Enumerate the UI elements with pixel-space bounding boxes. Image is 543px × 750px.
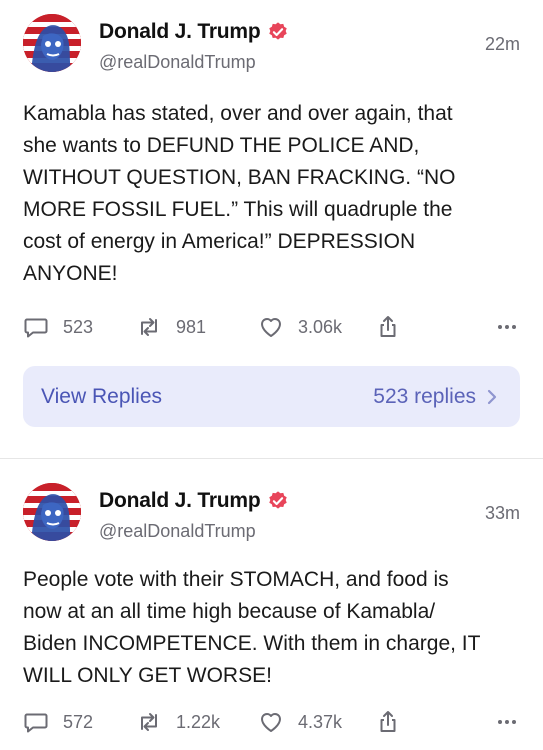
post-text: Kamabla has stated, over and over again,… [23,102,456,285]
avatar[interactable] [23,483,81,541]
author-name[interactable]: Donald J. Trump [99,20,261,44]
more-options-button[interactable] [494,312,520,342]
author-handle[interactable]: @realDonaldTrump [99,521,256,542]
author-handle[interactable]: @realDonaldTrump [99,52,256,73]
verified-badge-icon [267,21,289,43]
more-dots-icon [498,720,516,724]
like-count: 4.37k [298,711,343,732]
view-replies-button[interactable]: View Replies 523 replies [23,366,520,427]
retruth-count: 981 [176,316,207,337]
share-icon [380,711,396,732]
reply-bubble-icon [24,318,48,338]
feed: Donald J. Trump @realDonaldTrump 22m Kam… [0,0,543,750]
share-button[interactable] [375,312,401,342]
retruth-button[interactable]: 1.22k [136,707,220,737]
retruth-icon [141,318,157,336]
avatar[interactable] [23,14,81,72]
replies-count: 523 replies [373,385,498,409]
like-count: 3.06k [298,316,343,337]
retruth-count: 1.22k [176,711,221,732]
post-timestamp[interactable]: 33m [485,503,520,524]
retruth-button[interactable]: 981 [136,312,206,342]
reply-button[interactable]: 572 [23,707,93,737]
post-header: Donald J. Trump @realDonaldTrump 33m [23,483,520,545]
share-button[interactable] [375,707,401,737]
post-text: People vote with their STOMACH, and food… [23,568,481,687]
like-button[interactable]: 3.06k [258,312,342,342]
post[interactable]: Donald J. Trump @realDonaldTrump 33m Peo… [0,458,543,750]
author-name[interactable]: Donald J. Trump [99,489,261,513]
author-row: Donald J. Trump [99,489,289,513]
post[interactable]: Donald J. Trump @realDonaldTrump 22m Kam… [0,0,543,458]
action-bar: 572 1.22k 4.37k [23,707,520,737]
like-button[interactable]: 4.37k [258,707,342,737]
more-dots-icon [498,325,516,329]
reply-bubble-icon [24,713,48,733]
reply-count: 572 [63,711,94,732]
retruth-icon [141,713,157,731]
author-row: Donald J. Trump [99,20,289,44]
post-timestamp[interactable]: 22m [485,34,520,55]
more-options-button[interactable] [494,707,520,737]
reply-count: 523 [63,316,94,337]
chevron-right-icon [487,389,497,404]
share-icon [380,316,396,337]
reply-button[interactable]: 523 [23,312,93,342]
post-header: Donald J. Trump @realDonaldTrump 22m [23,14,520,76]
heart-icon [261,318,281,337]
view-replies-label: View Replies [41,384,163,408]
action-bar: 523 981 3.06k [23,312,520,342]
replies-count-label: 523 replies [373,384,476,408]
heart-icon [261,713,281,732]
verified-badge-icon [267,490,289,512]
